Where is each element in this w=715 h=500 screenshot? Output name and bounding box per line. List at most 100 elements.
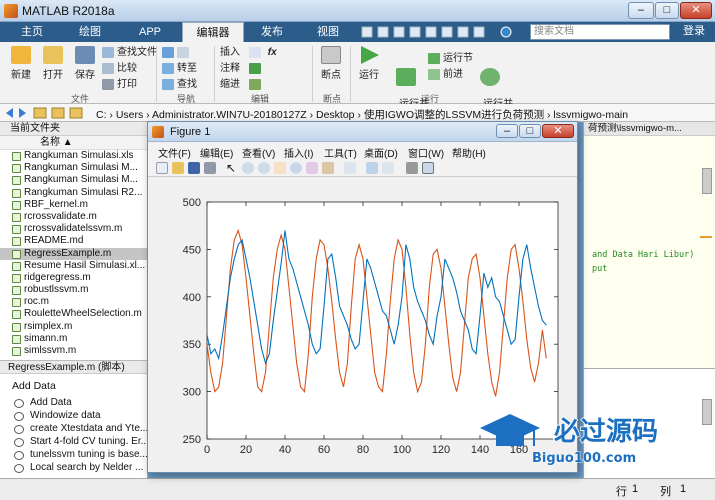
pan-icon[interactable] <box>274 162 286 174</box>
warning-marker[interactable] <box>700 236 712 240</box>
file-list-item[interactable]: ridgeregress.m <box>0 272 147 284</box>
hide-plot-tools-icon[interactable] <box>406 162 418 174</box>
axes-box <box>206 201 559 440</box>
open-button[interactable]: 打开 <box>38 46 68 81</box>
file-list-item[interactable]: rsimplex.m <box>0 321 147 333</box>
x-tick-label: 40 <box>279 444 291 456</box>
file-list-item[interactable]: rcrossvalidatelssvm.m <box>0 223 147 235</box>
legend-icon[interactable] <box>382 162 394 174</box>
compare-button[interactable]: 比较 <box>102 62 137 76</box>
print-figure-icon[interactable] <box>204 162 216 174</box>
goto-button[interactable]: 转至 <box>162 62 197 76</box>
file-list-item[interactable]: Rangkuman Simulasi M... <box>0 174 147 186</box>
file-list-item[interactable]: RouletteWheelSelection.m <box>0 308 147 320</box>
watermark-url: Biguo100.com <box>532 451 636 466</box>
file-list-item[interactable]: RegressExample.m <box>0 247 147 260</box>
zoom-out-icon[interactable] <box>258 162 270 174</box>
brush-icon[interactable] <box>322 162 334 174</box>
file-list-item[interactable]: rcrossvalidate.m <box>0 211 147 223</box>
insert-button[interactable]: 插入 fx <box>220 46 277 60</box>
figure-menu-item[interactable]: 工具(T) <box>324 145 357 160</box>
file-list-item[interactable]: Rangkuman Simulasi M... <box>0 162 147 174</box>
section-item[interactable]: Local search by Nelder ... <box>0 462 148 475</box>
data-cursor-icon[interactable] <box>306 162 318 174</box>
section-item[interactable]: Start 4-fold CV tuning. Er... <box>0 436 149 449</box>
tab-apps[interactable]: APP <box>122 22 178 42</box>
code-line[interactable]: and Data Hari Libur) <box>592 250 694 260</box>
section-item[interactable]: Windowize data <box>0 410 148 423</box>
fx-icon[interactable]: fx <box>268 47 277 58</box>
section-item[interactable]: create Xtestdata and Yte... <box>0 423 148 436</box>
back-forward-buttons[interactable] <box>162 46 192 60</box>
current-folder-title: 当前文件夹 <box>0 122 147 136</box>
matlab-logo-icon <box>4 4 18 18</box>
editor-scrollbar-thumb[interactable] <box>702 168 712 194</box>
tab-publish[interactable]: 发布 <box>246 22 298 42</box>
zoom-in-icon[interactable] <box>242 162 254 174</box>
file-list: Rangkuman Simulasi.xls Rangkuman Simulasi… <box>0 150 147 357</box>
file-list-item[interactable]: Rangkuman Simulasi R2... <box>0 187 147 199</box>
new-button[interactable]: 新建 <box>6 46 36 81</box>
rotate-icon[interactable] <box>290 162 302 174</box>
figure-minimize-button[interactable]: – <box>496 124 518 138</box>
figure-menu-item[interactable]: 桌面(D) <box>364 145 398 160</box>
code-line[interactable]: put <box>592 264 607 274</box>
run-button[interactable]: 运行 <box>354 46 384 81</box>
colorbar-icon[interactable] <box>366 162 378 174</box>
print-button[interactable]: 打印 <box>102 78 137 92</box>
close-button[interactable]: ✕ <box>680 2 712 19</box>
file-list-item[interactable]: README.md <box>0 235 147 247</box>
save-figure-icon[interactable] <box>188 162 200 174</box>
advance-icon <box>428 68 440 80</box>
find-button[interactable]: 查找 <box>162 78 197 92</box>
file-list-item[interactable]: RBF_kernel.m <box>0 199 147 211</box>
address-nav-buttons[interactable] <box>4 106 92 120</box>
name-column-header[interactable]: 名称 ▲ <box>0 136 147 150</box>
ribbon: 新建 打开 保存 查找文件 比较 打印 文件 转至 查找 导航 插入 fx 注释… <box>0 42 715 121</box>
figure-title-bar[interactable]: Figure 1 – □ ✕ <box>148 122 577 142</box>
editor-tab[interactable]: 荷预测\lssvmigwo-m... <box>584 122 715 136</box>
open-file-icon[interactable] <box>172 162 184 174</box>
indent-button[interactable]: 缩进 <box>220 78 264 92</box>
advance-button[interactable]: 前进 <box>428 68 463 82</box>
tab-home[interactable]: 主页 <box>6 22 58 42</box>
path-breadcrumb[interactable]: C: › Users › Administrator.WIN7U-2018012… <box>96 107 628 122</box>
new-figure-icon[interactable] <box>156 162 168 174</box>
tab-view[interactable]: 视图 <box>302 22 354 42</box>
run-section-button[interactable]: 运行节 <box>428 52 473 66</box>
quick-access-toolbar[interactable] <box>360 25 520 39</box>
login-button[interactable]: 登录 <box>676 23 712 40</box>
breakpoints-button[interactable]: 断点 <box>316 46 346 81</box>
show-plot-tools-icon[interactable] <box>422 162 434 174</box>
find-files-button[interactable]: 查找文件 <box>102 46 157 60</box>
pointer-icon[interactable]: ↖ <box>226 161 236 175</box>
details-header[interactable]: RegressExample.m (脚本) <box>0 360 148 374</box>
file-list-item[interactable]: roc.m <box>0 296 147 308</box>
file-list-item[interactable]: Rangkuman Simulasi.xls <box>0 150 147 162</box>
search-docs-input[interactable]: 搜索文档 <box>530 24 670 40</box>
section-item[interactable]: Add Data <box>0 397 148 410</box>
tab-plots[interactable]: 绘图 <box>62 22 118 42</box>
comment-button[interactable]: 注释 <box>220 62 264 76</box>
file-list-item[interactable]: robustlssvm.m <box>0 284 147 296</box>
maximize-button[interactable]: □ <box>655 2 679 19</box>
figure-menu-item[interactable]: 插入(I) <box>284 145 313 160</box>
figure-menu-item[interactable]: 编辑(E) <box>200 145 233 160</box>
link-plot-icon[interactable] <box>344 162 356 174</box>
app-title: MATLAB R2018a <box>22 4 115 18</box>
section-label: Start 4-fold CV tuning. Er... <box>30 436 149 447</box>
section-item[interactable]: tunelssvm tuning is base... <box>0 449 148 462</box>
save-button[interactable]: 保存 <box>70 46 100 81</box>
figure-menu-item[interactable]: 文件(F) <box>158 145 191 160</box>
figure-menu-item[interactable]: 窗口(W) <box>408 145 444 160</box>
file-list-item[interactable]: Resume Hasil Simulasi.xl... <box>0 260 147 272</box>
file-list-item[interactable]: simann.m <box>0 333 147 345</box>
figure-close-button[interactable]: ✕ <box>542 124 574 138</box>
tab-editor[interactable]: 编辑器 <box>182 22 244 42</box>
minimize-button[interactable]: – <box>628 2 654 19</box>
figure-menu-item[interactable]: 帮助(H) <box>452 145 486 160</box>
file-list-item[interactable]: simlssvm.m <box>0 345 147 357</box>
figure-menu-item[interactable]: 查看(V) <box>242 145 275 160</box>
search-dropdown-icon[interactable]: ▾ <box>658 25 672 39</box>
figure-maximize-button[interactable]: □ <box>519 124 541 138</box>
